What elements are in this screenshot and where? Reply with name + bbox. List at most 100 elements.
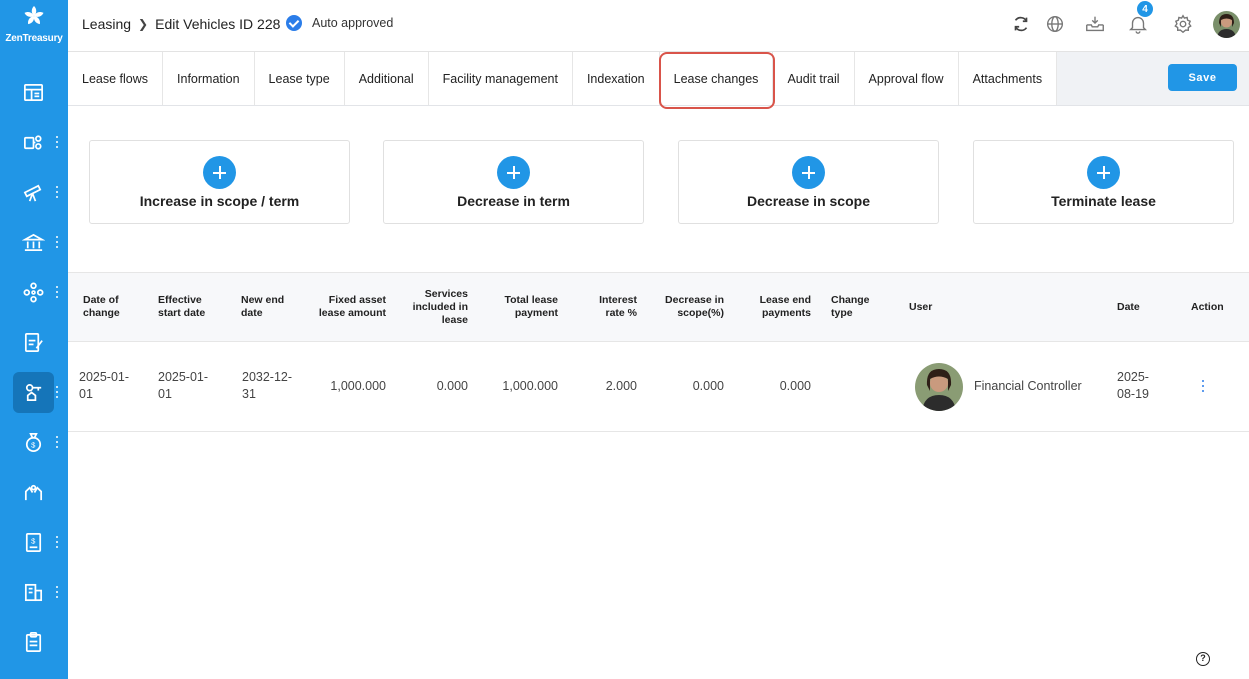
sidebar-item-network[interactable] [13,272,54,313]
hands-icon [24,484,43,501]
refresh-icon[interactable] [1010,13,1032,35]
app-root: ZenTreasury $ $ Leasing ❯ Edit Vehicles … [0,0,1249,679]
invoice-edit-icon [24,333,43,352]
column-header-change-type[interactable]: Change type [831,294,881,320]
column-header-services[interactable]: Services included in lease [406,288,468,327]
tab-approval-flow[interactable]: Approval flow [854,52,959,105]
breadcrumb: Leasing ❯ Edit Vehicles ID 228 [82,16,280,32]
network-icon [23,282,44,303]
column-header-date[interactable]: Date [1117,301,1167,314]
sidebar-item-dashboard[interactable] [13,72,54,113]
avatar[interactable] [1213,11,1240,38]
gear-icon[interactable] [1172,13,1194,35]
column-header-total-payment[interactable]: Total lease payment [488,294,559,320]
sidebar-menu-dots[interactable] [55,236,59,250]
column-header-end-payments[interactable]: Lease end payments [743,294,811,320]
column-header-action: Action [1191,301,1224,313]
sidebar-item-leasing[interactable] [13,372,54,413]
sidebar-item-funding[interactable]: $ [13,422,54,463]
column-header-effective-start[interactable]: Effective start date [158,294,223,320]
tab-strip: Lease flows Information Lease type Addit… [68,52,1058,109]
tab-attachments[interactable]: Attachments [958,52,1058,105]
cell-interest: 2.000 [605,379,637,393]
sidebar-menu-dots[interactable] [55,136,59,150]
svg-text:$: $ [31,440,36,449]
plus-icon[interactable] [203,156,236,189]
dashboard-icon [24,83,43,102]
cell-date: 2025-08-19 [1117,370,1149,401]
breadcrumb-current: Edit Vehicles ID 228 [155,16,281,32]
inbox-download-icon[interactable] [1084,13,1106,35]
help-icon[interactable]: ? [1196,652,1210,666]
cell-services: 0.000 [436,379,468,393]
column-header-new-end[interactable]: New end date [241,294,296,320]
cell-date-of-change: 2025-01-01 [79,370,130,401]
sidebar-menu-dots[interactable] [55,586,59,600]
bank-icon [22,233,45,252]
save-button[interactable]: Save [1168,64,1237,91]
cell-new-end: 2032-12-31 [242,370,293,401]
action-card-label: Decrease in term [457,193,570,209]
action-card-increase-scope[interactable]: Increase in scope / term [89,140,350,224]
action-card-label: Terminate lease [1051,193,1156,209]
sidebar-menu-dots[interactable] [55,186,59,200]
svg-text:$: $ [31,536,36,545]
sidebar-menu-dots[interactable] [55,286,59,300]
plus-icon[interactable] [497,156,530,189]
cell-total-payment: 1,000.000 [502,379,558,393]
sidebar-item-guarantees[interactable] [13,472,54,513]
globe-icon[interactable] [1044,13,1066,35]
breadcrumb-root[interactable]: Leasing [82,16,131,32]
user-avatar [915,363,963,411]
logo-text: ZenTreasury [5,33,63,44]
table-row: 2025-01-01 2025-01-01 2032-12-31 1,000.0… [68,342,1249,432]
action-card-label: Increase in scope / term [139,193,300,209]
column-header-interest[interactable]: Interest rate % [587,294,637,320]
sidebar-item-accounting[interactable] [13,572,54,613]
key-house-icon [25,383,42,402]
sidebar-item-invoices[interactable] [13,322,54,363]
tab-lease-changes[interactable]: Lease changes [658,52,775,109]
clipboard-icon [25,632,42,652]
money-bag-icon: $ [25,433,42,452]
logo[interactable]: ZenTreasury [0,0,68,52]
tab-additional[interactable]: Additional [344,52,429,105]
lease-changes-table: Date of change Effective start date New … [68,272,1249,432]
ledger-icon: $ [25,533,42,552]
sidebar-item-ledger[interactable]: $ [13,522,54,563]
notification-badge[interactable]: 4 [1136,0,1154,18]
sidebar-item-reports[interactable] [13,622,54,663]
action-card-terminate-lease[interactable]: Terminate lease [973,140,1234,224]
sidebar-menu-dots[interactable] [55,386,59,400]
cell-decrease-scope: 0.000 [692,379,724,393]
cell-user: Financial Controller [974,379,1082,393]
sidebar-item-forecast[interactable] [13,172,54,213]
kebab-menu-icon[interactable] [1201,380,1205,394]
sidebar-menu-dots[interactable] [55,436,59,450]
tab-facility-management[interactable]: Facility management [428,52,573,105]
cell-end-payments: 0.000 [779,379,811,393]
action-card-label: Decrease in scope [747,193,870,209]
column-header-date-of-change[interactable]: Date of change [83,294,143,320]
sidebar-menu-dots[interactable] [55,536,59,550]
status-text: Auto approved [312,16,394,30]
tab-bar: Lease flows Information Lease type Addit… [68,52,1249,109]
column-header-fixed-asset[interactable]: Fixed asset lease amount [308,294,386,320]
tab-information[interactable]: Information [163,52,255,105]
action-card-decrease-scope[interactable]: Decrease in scope [678,140,939,224]
sidebar-item-banking[interactable] [13,222,54,263]
sidebar: ZenTreasury $ $ [0,0,68,679]
sidebar-item-cash[interactable] [13,122,54,163]
plus-icon[interactable] [1087,156,1120,189]
telescope-icon [23,184,42,202]
column-header-decrease-scope[interactable]: Decrease in scope(%) [654,294,724,320]
tab-lease-type[interactable]: Lease type [254,52,345,105]
plus-icon[interactable] [792,156,825,189]
column-header-user[interactable]: User [909,301,969,314]
header: Leasing ❯ Edit Vehicles ID 228 Auto appr… [68,0,1249,52]
tab-lease-flows[interactable]: Lease flows [68,52,164,105]
action-card-decrease-term[interactable]: Decrease in term [383,140,644,224]
tab-indexation[interactable]: Indexation [572,52,660,105]
tab-audit-trail[interactable]: Audit trail [773,52,855,105]
cell-effective-start: 2025-01-01 [158,370,209,401]
